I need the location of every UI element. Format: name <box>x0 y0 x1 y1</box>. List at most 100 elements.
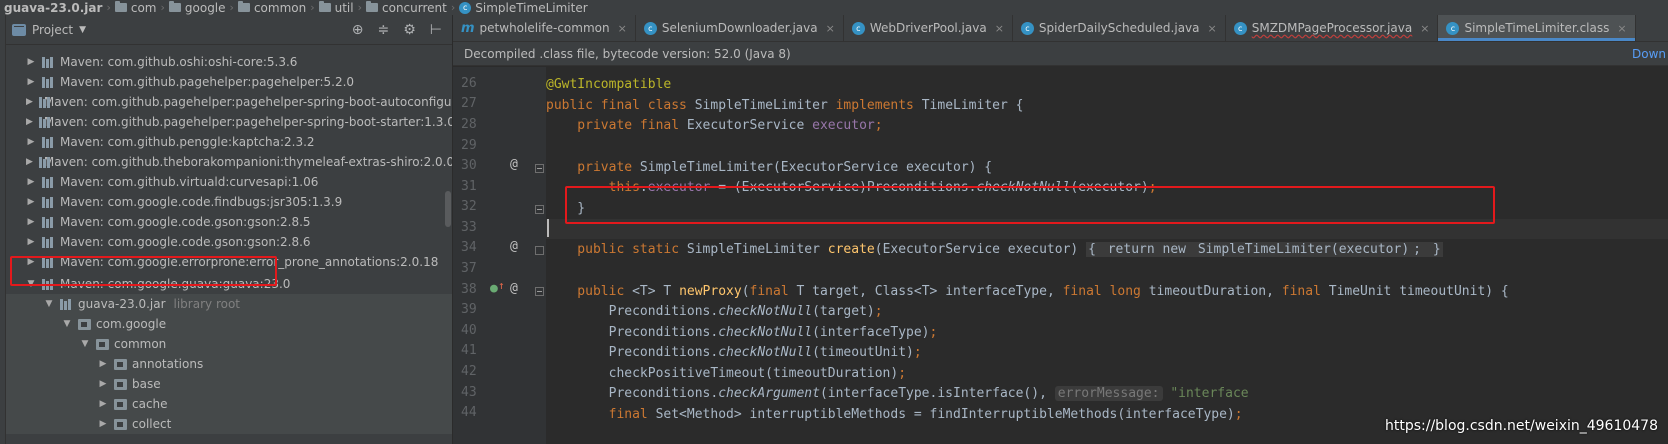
folder-icon <box>168 1 181 12</box>
close-icon[interactable]: × <box>1617 22 1626 35</box>
breadcrumb-com[interactable]: com <box>113 1 156 15</box>
line-number: 30 <box>461 158 477 173</box>
folder-icon <box>237 1 250 12</box>
chevron-right-icon[interactable]: ▶ <box>26 97 33 107</box>
package-icon <box>78 318 91 330</box>
line-number: 27 <box>461 96 477 111</box>
code-line: Preconditions.checkArgument(interfaceTyp… <box>546 386 1249 401</box>
chevron-down-icon[interactable]: ▼ <box>44 299 54 309</box>
close-icon[interactable]: × <box>1420 22 1429 35</box>
chevron-down-icon[interactable]: ▼ <box>26 279 36 289</box>
tab-selenium-downloader[interactable]: c SeleniumDownloader.java × <box>636 15 844 41</box>
chevron-right-icon[interactable]: ▶ <box>98 419 108 429</box>
breadcrumb-jar[interactable]: guava-23.0.jar <box>4 1 102 15</box>
tree-item[interactable]: ▶ Maven: com.google.code.gson:gson:2.8.6 <box>6 232 452 252</box>
chevron-right-icon[interactable]: ▶ <box>26 177 36 187</box>
tree-item[interactable]: ▶ Maven: com.github.oshi:oshi-core:5.3.6 <box>6 52 452 72</box>
tree-item-library-root[interactable]: ▼ guava-23.0.jar library root <box>6 294 452 314</box>
tree-item[interactable]: ▶ Maven: com.github.theborakompanioni:thy… <box>6 152 452 172</box>
chevron-right-icon[interactable]: ▶ <box>26 77 36 87</box>
tree-item[interactable]: ▶ Maven: com.github.pagehelper:pagehelper… <box>6 72 452 92</box>
override-icon[interactable]: @ <box>510 157 518 172</box>
code-line: Preconditions.checkNotNull(target); <box>546 304 883 319</box>
tree-item[interactable]: ▶ Maven: com.github.pagehelper:pagehelper… <box>6 112 452 132</box>
hide-icon[interactable]: ⊢ <box>430 23 442 37</box>
breadcrumb-google[interactable]: google <box>167 1 226 15</box>
editor-tabs: m petwholelife-common × c SeleniumDownloade… <box>453 15 1668 42</box>
arrow-up-icon[interactable]: ↑ <box>498 279 505 292</box>
chevron-right-icon[interactable]: ▶ <box>98 379 108 389</box>
fold-icon[interactable] <box>535 246 544 255</box>
collapse-all-icon[interactable]: ≑ <box>378 23 390 37</box>
decompiled-notice: Decompiled .class file, bytecode version… <box>453 42 1668 66</box>
breadcrumb-class[interactable]: c SimpleTimeLimiter <box>457 1 588 15</box>
tree-item[interactable]: ▶ Maven: com.google.errorprone:error_pron… <box>6 252 452 272</box>
tree-item[interactable]: ▶ annotations <box>6 354 452 374</box>
tree-item[interactable]: ▼ common <box>6 334 452 354</box>
tree-item[interactable]: ▶ Maven: com.google.code.gson:gson:2.8.5 <box>6 212 452 232</box>
breadcrumb-common[interactable]: common <box>236 1 306 15</box>
chevron-right-icon[interactable]: ▶ <box>26 57 36 67</box>
chevron-right-icon[interactable]: ▶ <box>98 359 108 369</box>
tree-item[interactable]: ▶ base <box>6 374 452 394</box>
tab-petwholelife-common[interactable]: m petwholelife-common × <box>453 15 636 41</box>
fold-icon[interactable] <box>535 205 544 214</box>
fold-icon[interactable] <box>535 287 544 296</box>
line-number: 40 <box>461 323 477 338</box>
close-icon[interactable]: × <box>618 22 627 35</box>
code-line: public static SimpleTimeLimiter create(E… <box>546 242 1443 257</box>
tree-item[interactable]: ▶ Maven: com.github.pagehelper:pagehelper… <box>6 92 452 112</box>
chevron-right-icon[interactable]: ▶ <box>26 157 33 167</box>
line-number: 39 <box>461 302 477 317</box>
close-icon[interactable]: × <box>826 22 835 35</box>
project-panel: Project ▼ ⊕ ≑ ⚙ ⊢ ▶ Maven: com.github.osh… <box>6 15 453 444</box>
override-icon[interactable]: @ <box>510 281 518 296</box>
parameter-hint: errorMessage: <box>1054 386 1163 401</box>
tab-smzdm-page-processor[interactable]: c SMZDMPageProcessor.java × <box>1226 15 1439 41</box>
tree-item-guava[interactable]: ▼ Maven: com.google.guava:guava:23.0 <box>6 274 452 294</box>
locate-icon[interactable]: ⊕ <box>352 23 364 37</box>
tree-item[interactable]: ▶ cache <box>6 394 452 414</box>
gear-icon[interactable]: ⚙ <box>403 23 416 37</box>
breadcrumb-util[interactable]: util <box>317 1 354 15</box>
chevron-down-icon[interactable]: ▼ <box>62 319 72 329</box>
chevron-right-icon[interactable]: ▶ <box>26 217 36 227</box>
tree-item[interactable]: ▶ Maven: com.github.penggle:kaptcha:2.3.2 <box>6 132 452 152</box>
tab-spider-daily-scheduled[interactable]: c SpiderDailyScheduled.java × <box>1013 15 1226 41</box>
tab-webdriver-pool[interactable]: c WebDriverPool.java × <box>844 15 1013 41</box>
scrollbar[interactable] <box>445 191 451 227</box>
library-icon <box>42 176 55 188</box>
package-icon <box>114 358 127 370</box>
chevron-right-icon[interactable]: ▶ <box>26 237 36 247</box>
breadcrumb-separator: › <box>160 1 165 14</box>
close-icon[interactable]: × <box>995 22 1004 35</box>
chevron-right-icon[interactable]: ▶ <box>26 197 36 207</box>
breadcrumb-concurrent[interactable]: concurrent <box>364 1 447 15</box>
line-number: 42 <box>461 364 477 379</box>
tree-item[interactable]: ▶ Maven: com.google.code.findbugs:jsr305:… <box>6 192 452 212</box>
close-icon[interactable]: × <box>1208 22 1217 35</box>
project-view-selector[interactable]: Project <box>32 23 73 37</box>
library-icon <box>42 256 55 268</box>
chevron-down-icon[interactable]: ▼ <box>79 25 86 35</box>
override-icon[interactable]: @ <box>510 239 518 254</box>
tree-item[interactable]: ▶ Maven: com.github.virtuald:curvesapi:1.… <box>6 172 452 192</box>
chevron-right-icon[interactable]: ▶ <box>26 117 33 127</box>
implements-icon[interactable]: ● <box>490 281 498 296</box>
line-number: 29 <box>461 138 477 153</box>
library-icon <box>42 278 55 290</box>
code-line: Preconditions.checkNotNull(timeoutUnit); <box>546 345 922 360</box>
class-icon: c <box>459 1 472 14</box>
code-area[interactable]: 26 27 28 29 30 31 32 33 34 37 38 39 40 4… <box>453 67 1668 444</box>
chevron-down-icon[interactable]: ▼ <box>80 339 90 349</box>
fold-icon[interactable] <box>535 164 544 173</box>
chevron-right-icon[interactable]: ▶ <box>26 137 36 147</box>
tree-item[interactable]: ▶ collect <box>6 414 452 434</box>
breadcrumb-separator: › <box>450 1 456 14</box>
folder-icon <box>318 1 331 12</box>
chevron-right-icon[interactable]: ▶ <box>26 257 36 267</box>
chevron-right-icon[interactable]: ▶ <box>98 399 108 409</box>
tab-simple-time-limiter[interactable]: c SimpleTimeLimiter.class × <box>1438 15 1636 41</box>
download-sources-link[interactable]: Down <box>1632 47 1668 61</box>
tree-item[interactable]: ▼ com.google <box>6 314 452 334</box>
